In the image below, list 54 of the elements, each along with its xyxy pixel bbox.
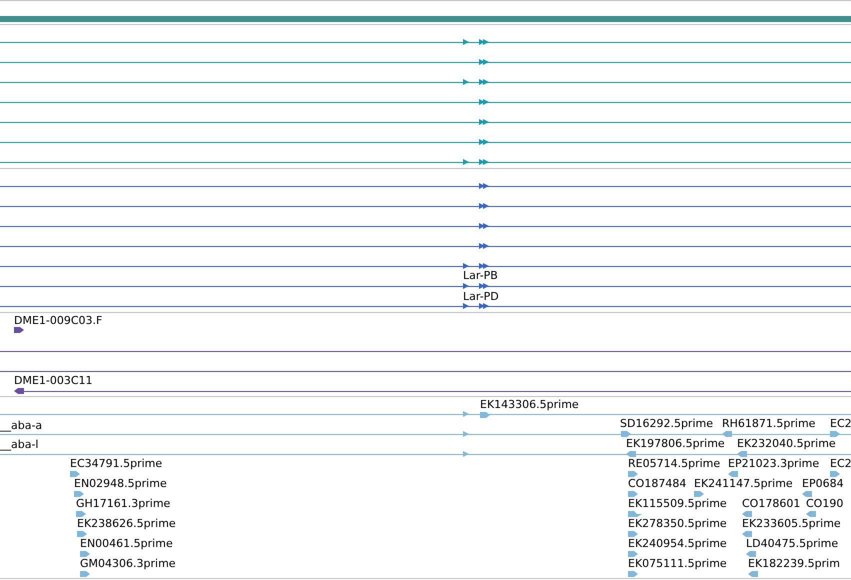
feature-label: EK233605.5prime — [742, 518, 841, 529]
strand-arrow-icon — [479, 223, 489, 229]
feature-label: RE05714.5prime — [628, 458, 720, 469]
feature-label: LD40475.5prime — [746, 538, 838, 549]
feature-label: EK197806.5prime — [626, 438, 725, 449]
feature-label: EK240954.5prime — [628, 538, 727, 549]
feature-label: EK115509.5prime — [628, 498, 727, 509]
feature-label: Lar-PB — [463, 270, 498, 281]
feature-label: CO187484 — [628, 478, 686, 489]
strand-arrow-icon — [479, 39, 489, 45]
feature-label: CO178601 — [742, 498, 800, 509]
strand-arrow-icon — [463, 411, 469, 417]
strand-arrow-icon — [479, 243, 489, 249]
strand-arrow-icon — [479, 183, 489, 189]
strand-arrow-icon — [479, 263, 489, 269]
feature-label: RH61871.5prime — [722, 418, 816, 429]
feature-label: EK232040.5prime — [737, 438, 836, 449]
feature-label: GH17161.3prime — [76, 498, 170, 509]
strand-arrow-icon — [479, 119, 489, 125]
feature-label: EN02948.5prime — [74, 478, 167, 489]
strand-arrow-icon — [479, 99, 489, 105]
strand-arrow-icon — [463, 263, 469, 269]
feature-label: GM04306.3prime — [80, 558, 176, 569]
strand-arrow-icon — [479, 303, 489, 309]
feature-label: EP21023.3prime — [728, 458, 820, 469]
strand-arrow-icon — [463, 283, 469, 289]
feature-label: EK278350.5prime — [628, 518, 727, 529]
strand-arrow-icon — [463, 303, 469, 309]
feature-label: Lar-PD — [463, 291, 499, 302]
feature-label: CO190 — [806, 498, 844, 509]
feature-label: SD16292.5prime — [620, 418, 713, 429]
feature-label: DME1-003C11 — [14, 375, 93, 386]
feature-label: EK238626.5prime — [77, 518, 176, 529]
strand-arrow-icon — [479, 203, 489, 209]
strand-arrow-icon — [479, 139, 489, 145]
feature-label: DME1-009C03.F — [14, 315, 102, 326]
feature-label: EP0684 — [802, 478, 844, 489]
feature-label: EN00461.5prime — [80, 538, 173, 549]
strand-arrow-icon — [479, 159, 489, 165]
feature-label: EK182239.5prim — [748, 558, 840, 569]
strand-arrow-icon — [463, 39, 469, 45]
feature-label: EK075111.5prime — [628, 558, 727, 569]
feature-label: __aba-a — [0, 420, 42, 431]
feature-label: EC2 — [830, 418, 851, 429]
feature-label: EK241147.5prime — [694, 478, 793, 489]
feature-label: EK143306.5prime — [480, 399, 579, 410]
feature-label: EC2 — [830, 458, 851, 469]
strand-arrow-icon — [479, 59, 489, 65]
strand-arrow-icon — [463, 79, 469, 85]
feature-label: __aba-l — [0, 439, 38, 450]
strand-arrow-icon — [463, 159, 469, 165]
feature-label: EC34791.5prime — [70, 458, 162, 469]
strand-arrow-icon — [479, 283, 489, 289]
strand-arrow-icon — [479, 79, 489, 85]
